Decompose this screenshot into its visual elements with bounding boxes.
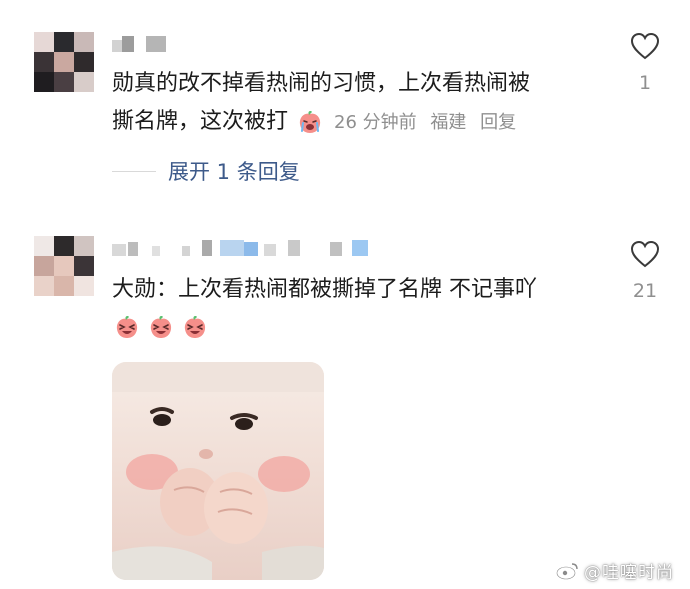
- laughing-peach-emoji-icon: [150, 316, 172, 338]
- expand-replies-link[interactable]: 展开 1 条回复: [168, 156, 300, 186]
- baby-face-drawing: [112, 362, 324, 580]
- watermark: @哇噻时尚: [556, 558, 674, 583]
- comment-text-line-2-content: 撕名牌，这次被打: [112, 109, 289, 134]
- avatar[interactable]: [34, 236, 94, 296]
- like-count: 1: [638, 72, 652, 94]
- like-count: 21: [632, 280, 658, 302]
- crying-peach-emoji-icon: [299, 111, 321, 133]
- heart-outline-icon[interactable]: [630, 32, 660, 60]
- avatar[interactable]: [34, 32, 94, 92]
- heart-outline-icon[interactable]: [630, 240, 660, 268]
- baby-sticker-image[interactable]: [112, 362, 324, 580]
- divider: [112, 171, 156, 172]
- reply-button[interactable]: 回复: [480, 112, 516, 133]
- comment-meta: 26 分钟前 福建 回复: [334, 112, 524, 133]
- weibo-logo-icon: [556, 562, 578, 580]
- username-blurred[interactable]: [112, 34, 168, 54]
- laughing-peach-emoji-icon: [116, 316, 138, 338]
- comment-text-line-2: 撕名牌，这次被打 26 分钟前 福建 回复: [112, 102, 524, 143]
- watermark-text: @哇噻时尚: [584, 563, 674, 583]
- comment-location: 福建: [430, 112, 467, 133]
- laughing-peach-emoji-icon: [185, 316, 206, 338]
- emoji-row: [114, 314, 208, 340]
- comment-text-line-1: 勋真的改不掉看热闹的习惯，上次看热闹被: [112, 71, 531, 96]
- username-blurred[interactable]: [112, 238, 382, 260]
- comment-text: 大勋：上次看热闹都被撕掉了名牌 不记事吖: [112, 277, 537, 302]
- comment-time: 26 分钟前: [334, 112, 417, 133]
